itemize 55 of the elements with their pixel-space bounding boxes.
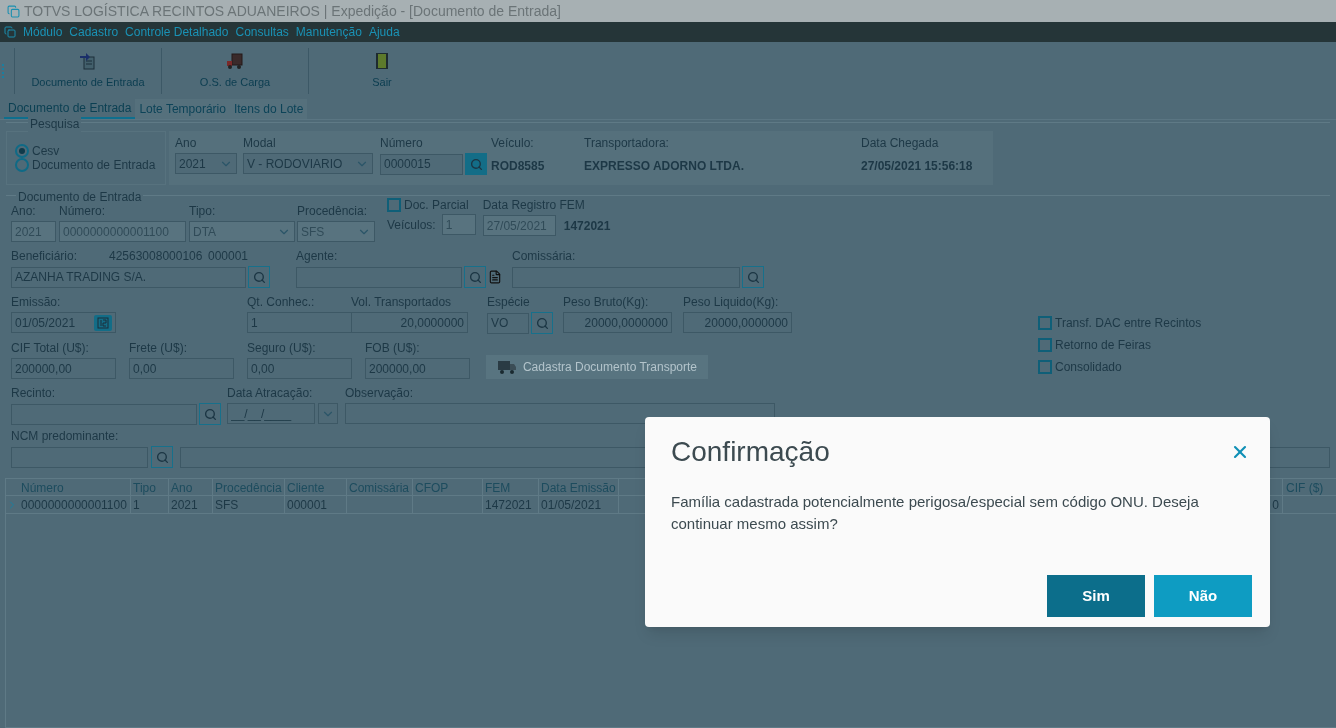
search-icon [155, 450, 169, 464]
checkbox[interactable] [387, 198, 401, 212]
radio-button[interactable] [15, 158, 29, 172]
dropdown-button[interactable] [318, 403, 338, 424]
copy-icon [4, 26, 16, 38]
search-button[interactable] [151, 446, 173, 468]
dialog-title: Confirmação [671, 435, 830, 469]
field-label: Transportadora: [584, 136, 670, 150]
menu-item[interactable]: Consultas [235, 23, 289, 41]
tab[interactable]: Itens do Lote [229, 99, 308, 119]
cart-icon [226, 51, 244, 70]
search-button[interactable] [248, 266, 270, 288]
window-title: TOTVS LOGÍSTICA RECINTOS ADUANEIROS | Expedição - [Documento de Entrada] [24, 1, 561, 21]
dialog-button[interactable]: Sim [1047, 575, 1145, 617]
search-icon [469, 157, 483, 171]
truck-icon [496, 359, 517, 375]
checkbox[interactable] [1038, 316, 1052, 330]
dialog-button[interactable]: Não [1154, 575, 1252, 617]
search-button[interactable] [465, 153, 487, 175]
search-icon [468, 270, 482, 284]
field-label: Ano [175, 136, 198, 150]
field-label: Modal [243, 136, 277, 150]
search-button[interactable] [199, 403, 221, 425]
calendar-icon [94, 314, 112, 331]
dialog-message: Família cadastrada potencialmente perigosa/especial sem código ONU. Deseja continuar mesmo assim? [671, 492, 1200, 534]
document-arrow-icon [79, 51, 97, 70]
menu-item[interactable]: Manutenção [295, 23, 362, 41]
field-label: Veículo: [491, 136, 535, 150]
radio-button[interactable] [15, 144, 29, 158]
document-icon [488, 270, 502, 284]
copy-icon [7, 4, 20, 18]
search-button[interactable] [531, 312, 553, 334]
checkbox[interactable] [1038, 360, 1052, 374]
menu-item[interactable]: Ajuda [368, 23, 400, 41]
door-icon [375, 51, 389, 70]
arrival-date-value: 27/05/2021 15:56:18 [861, 158, 973, 175]
tab[interactable]: Lote Temporário [135, 99, 230, 119]
search-icon [535, 316, 549, 330]
checkbox[interactable] [1038, 338, 1052, 352]
menu-item[interactable]: Controle Detalhado [125, 23, 229, 41]
date-input[interactable]: __/__/____ [227, 403, 315, 424]
field-label: Número [380, 136, 424, 150]
toolbar-button[interactable]: Documento de Entrada [25, 48, 151, 94]
search-icon [252, 270, 266, 284]
carrier-value: EXPRESSO ADORNO LTDA. [584, 158, 745, 175]
search-icon [203, 407, 217, 421]
search-icon [746, 270, 760, 284]
search-button[interactable] [464, 266, 486, 288]
vehicle-value: ROD8585 [491, 158, 546, 175]
field-label: Data Chegada [861, 136, 940, 150]
menu-item[interactable]: Cadastro [69, 23, 119, 41]
toolbar-button[interactable]: Sair [319, 48, 445, 94]
search-button[interactable] [742, 266, 764, 288]
toolbar-button[interactable]: O.S. de Carga [172, 48, 298, 94]
menu-item[interactable]: Módulo [23, 23, 63, 41]
